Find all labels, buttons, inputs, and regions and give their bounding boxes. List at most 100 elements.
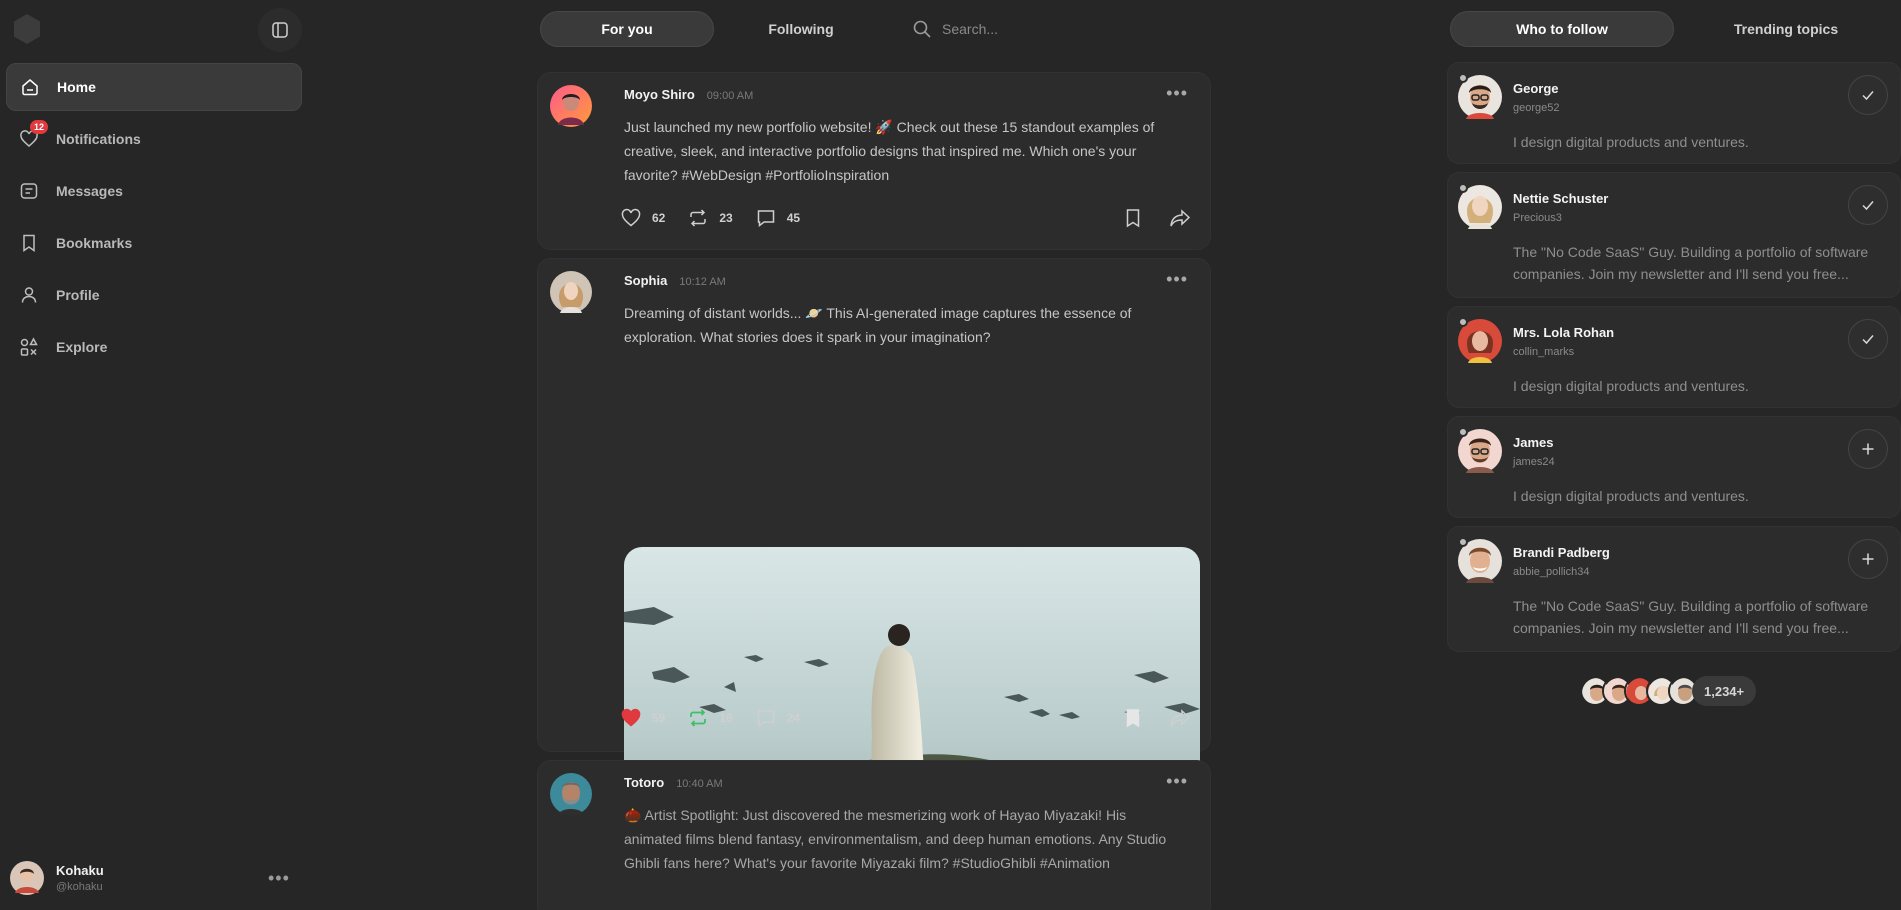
share-icon [1170, 709, 1191, 727]
comment-count: 45 [786, 211, 801, 225]
followers-count: 1,234+ [1692, 676, 1757, 706]
more-options-icon[interactable]: ••• [268, 868, 290, 889]
nav-item-notifications[interactable]: 12 Notifications [6, 115, 302, 163]
suggestion-card: George george52 I design digital product… [1447, 62, 1901, 164]
suggestion-card: James james24 I design digital products … [1447, 416, 1901, 518]
left-sidebar: Home 12 Notifications Messages Bookmarks… [0, 0, 310, 910]
who-to-follow-list: George george52 I design digital product… [1447, 62, 1901, 660]
status-dot [1458, 73, 1468, 83]
post-author[interactable]: Moyo Shiro [624, 87, 695, 102]
suggestion-name[interactable]: Mrs. Lola Rohan [1513, 325, 1614, 340]
post-menu-icon[interactable]: ••• [1166, 83, 1188, 104]
suggestion-name[interactable]: Nettie Schuster [1513, 191, 1608, 206]
nav-label: Messages [56, 183, 123, 199]
nav-item-home[interactable]: Home [6, 63, 302, 111]
tab-for-you[interactable]: For you [540, 11, 714, 47]
right-tabs: Who to follow Trending topics [1450, 11, 1898, 47]
post-menu-icon[interactable]: ••• [1166, 771, 1188, 792]
logo-icon[interactable] [10, 12, 44, 46]
followers-avatar-stack[interactable]: 1,234+ [1580, 676, 1757, 706]
nav-item-profile[interactable]: Profile [6, 271, 302, 319]
bookmark-icon [1126, 209, 1140, 228]
bookmark-filled-icon [1126, 709, 1140, 728]
home-icon [19, 76, 41, 98]
bookmark-button[interactable] [1122, 707, 1144, 729]
status-dot [1458, 537, 1468, 547]
user-handle: @kohaku [56, 881, 103, 893]
repost-button[interactable]: 16 [687, 707, 733, 729]
suggestion-bio: The "No Code SaaS" Guy. Building a portf… [1513, 244, 1869, 282]
current-user-card[interactable]: Kohaku @kohaku ••• [10, 858, 300, 898]
nav-item-bookmarks[interactable]: Bookmarks [6, 219, 302, 267]
post-author[interactable]: Totoro [624, 775, 664, 790]
comment-button[interactable]: 45 [755, 207, 800, 229]
following-button[interactable] [1848, 185, 1888, 225]
nav-label: Bookmarks [56, 235, 133, 251]
suggestion-bio: The "No Code SaaS" Guy. Building a portf… [1513, 598, 1869, 636]
repost-active-icon [690, 709, 707, 727]
check-icon [1862, 335, 1874, 345]
following-button[interactable] [1848, 75, 1888, 115]
post-secondary-actions [1098, 207, 1192, 229]
avatar[interactable] [550, 271, 592, 313]
tab-following[interactable]: Following [714, 11, 888, 47]
like-count: 62 [652, 211, 666, 225]
sidebar-toggle-button[interactable] [258, 8, 302, 52]
post-time: 09:00 AM [706, 90, 754, 102]
user-icon [18, 284, 40, 306]
nav-label: Profile [56, 287, 100, 303]
suggestion-name[interactable]: George [1513, 81, 1559, 96]
post-header: Sophia 10:12 AM [624, 273, 726, 288]
like-button[interactable]: 62 [620, 207, 665, 229]
post-menu-icon[interactable]: ••• [1166, 269, 1188, 290]
share-button[interactable] [1168, 707, 1192, 729]
avatar[interactable] [550, 773, 592, 815]
suggestion-handle: collin_marks [1513, 346, 1575, 358]
suggestion-card: Nettie Schuster Precious3 The "No Code S… [1447, 172, 1901, 298]
nav-label: Home [57, 79, 96, 95]
repost-icon [690, 209, 707, 227]
repost-button[interactable]: 23 [687, 207, 733, 229]
suggestion-name[interactable]: James [1513, 435, 1553, 450]
suggestion-handle: james24 [1513, 456, 1555, 468]
post-actions: 62 23 45 [620, 207, 822, 229]
plus-icon [1862, 553, 1874, 565]
post-text: Just launched my new portfolio website! … [624, 119, 1155, 183]
post-card: Moyo Shiro 09:00 AM ••• Just launched my… [537, 72, 1211, 250]
nav-label: Explore [56, 339, 108, 355]
suggestion-card: Mrs. Lola Rohan collin_marks I design di… [1447, 306, 1901, 408]
suggestion-card: Brandi Padberg abbie_pollich34 The "No C… [1447, 526, 1901, 652]
post-author[interactable]: Sophia [624, 273, 667, 288]
tab-who-to-follow[interactable]: Who to follow [1450, 11, 1674, 47]
heart-icon [621, 208, 641, 227]
nav-item-messages[interactable]: Messages [6, 167, 302, 215]
feed: Moyo Shiro 09:00 AM ••• Just launched my… [537, 72, 1211, 910]
suggestion-handle: george52 [1513, 102, 1560, 114]
post-time: 10:12 AM [679, 276, 726, 288]
repost-count: 23 [719, 211, 733, 225]
nav-label: Notifications [56, 131, 141, 147]
following-button[interactable] [1848, 319, 1888, 359]
comment-button[interactable]: 24 [755, 707, 800, 729]
post-actions: 59 16 24 [620, 707, 822, 729]
tab-trending-topics[interactable]: Trending topics [1674, 11, 1898, 47]
check-icon [1862, 201, 1874, 211]
suggestion-handle: Precious3 [1513, 212, 1562, 224]
avatar [10, 861, 44, 895]
check-icon [1862, 91, 1874, 101]
bookmark-button[interactable] [1122, 207, 1144, 229]
user-names: Kohaku @kohaku [56, 863, 104, 893]
like-button[interactable]: 59 [620, 707, 665, 729]
nav-item-explore[interactable]: Explore [6, 323, 302, 371]
follow-button[interactable] [1848, 539, 1888, 579]
follow-button[interactable] [1848, 429, 1888, 469]
search-input[interactable] [942, 21, 1102, 37]
suggestion-name[interactable]: Brandi Padberg [1513, 545, 1610, 560]
comment-icon [757, 210, 774, 228]
share-button[interactable] [1168, 207, 1192, 229]
suggestion-bio: I design digital products and ventures. [1513, 134, 1749, 150]
avatar[interactable] [550, 85, 592, 127]
heart-filled-icon [621, 708, 641, 727]
main-nav: Home 12 Notifications Messages Bookmarks… [6, 63, 302, 375]
plus-icon [1862, 443, 1874, 455]
